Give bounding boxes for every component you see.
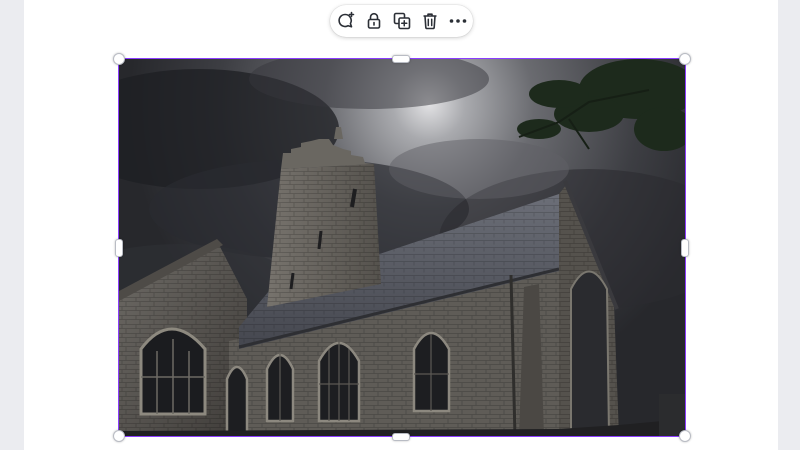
delete-button[interactable] xyxy=(419,10,441,32)
editor-canvas-area xyxy=(0,0,800,450)
duplicate-button[interactable] xyxy=(391,10,413,32)
more-options-icon xyxy=(449,19,466,23)
lock-button[interactable] xyxy=(363,10,385,32)
duplicate-icon xyxy=(393,12,410,30)
comment-add-icon xyxy=(337,11,354,28)
selected-image[interactable] xyxy=(119,59,685,436)
resize-handle-top-right[interactable] xyxy=(679,53,691,65)
comment-add-button[interactable] xyxy=(335,10,357,32)
resize-handle-top-left[interactable] xyxy=(113,53,125,65)
church-photo xyxy=(119,59,685,436)
resize-handle-right[interactable] xyxy=(681,239,689,257)
element-toolbar xyxy=(330,5,473,37)
more-options-button[interactable] xyxy=(447,10,469,32)
resize-handle-bottom-left[interactable] xyxy=(113,430,125,442)
resize-handle-bottom[interactable] xyxy=(392,433,410,441)
resize-handle-left[interactable] xyxy=(115,239,123,257)
lock-icon xyxy=(367,12,380,29)
resize-handle-bottom-right[interactable] xyxy=(679,430,691,442)
delete-icon xyxy=(423,13,436,30)
resize-handle-top[interactable] xyxy=(392,55,410,63)
